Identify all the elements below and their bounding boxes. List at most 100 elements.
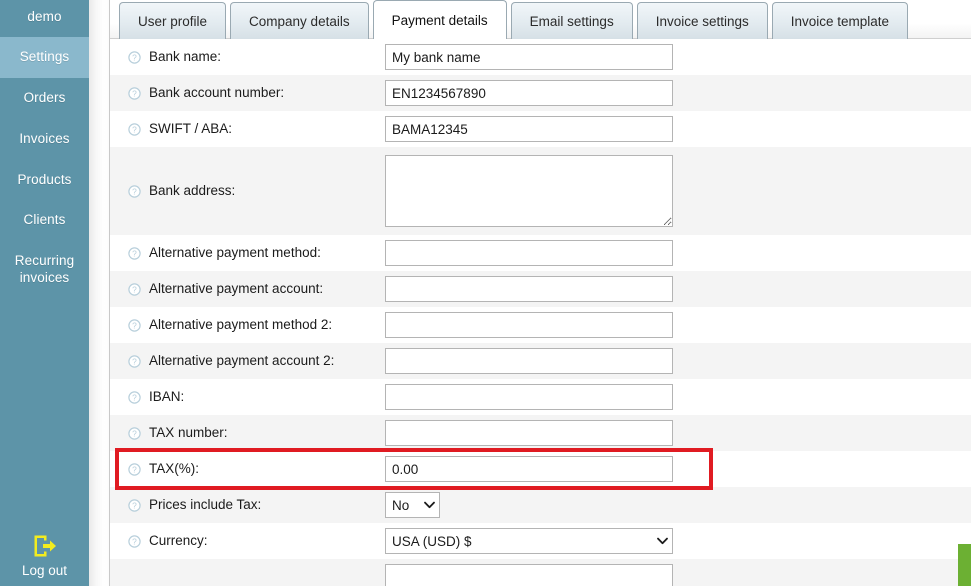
form-row-field-cell — [385, 276, 971, 302]
svg-text:?: ? — [132, 248, 137, 258]
form-row: ? Bank name: — [110, 39, 971, 75]
form-row-field-cell: USA (USD) $ — [385, 528, 971, 554]
form-field-label: SWIFT / ABA: — [149, 120, 233, 136]
form-row-label-cell: ? Prices include Tax: — [110, 497, 385, 513]
form-row-label-cell: ? Alternative payment method 2: — [110, 317, 385, 333]
question-circle-icon[interactable]: ? — [128, 246, 141, 260]
svg-text:?: ? — [132, 52, 137, 62]
select-value: No — [392, 497, 410, 513]
question-circle-icon[interactable]: ? — [128, 390, 141, 404]
sidebar-item-recurring-invoices[interactable]: Recurring invoices — [0, 241, 89, 299]
form-text-input[interactable] — [385, 240, 673, 266]
svg-text:?: ? — [132, 428, 137, 438]
form-text-input[interactable] — [385, 420, 673, 446]
form-row-field-cell — [385, 116, 971, 142]
form-text-input[interactable] — [385, 44, 673, 70]
sidebar-content-divider — [89, 0, 110, 586]
tab-payment-details[interactable]: Payment details — [372, 0, 507, 39]
form-row: ? Prices include Tax: No — [110, 487, 971, 523]
form-row: ? SWIFT / ABA: — [110, 111, 971, 147]
sidebar-item-products[interactable]: Products — [0, 160, 89, 201]
tab-company-details[interactable]: Company details — [230, 2, 369, 39]
form-row: ? TAX(%): — [110, 451, 971, 487]
sidebar-item-settings[interactable]: Settings — [0, 36, 89, 78]
prices-include-tax-select[interactable]: No — [385, 492, 440, 518]
form-row-label-cell: ? Alternative payment account 2: — [110, 353, 385, 369]
form-row-field-cell — [385, 384, 971, 410]
question-circle-icon[interactable]: ? — [128, 122, 141, 136]
question-circle-icon[interactable]: ? — [128, 86, 141, 100]
tab-email-settings[interactable]: Email settings — [510, 2, 633, 39]
sidebar-item-orders[interactable]: Orders — [0, 78, 89, 119]
question-circle-icon[interactable]: ? — [128, 462, 141, 476]
logout-button[interactable]: Log out — [0, 533, 89, 586]
tab-invoice-template[interactable]: Invoice template — [771, 2, 909, 39]
question-circle-icon[interactable]: ? — [128, 184, 141, 198]
svg-text:?: ? — [132, 124, 137, 134]
app-window: demo Settings Orders Invoices Products C… — [0, 0, 971, 586]
form-row-field-cell — [385, 240, 971, 266]
form-row: ? Currency: USA (USD) $ — [110, 523, 971, 559]
question-circle-icon[interactable]: ? — [128, 354, 141, 368]
svg-text:?: ? — [132, 500, 137, 510]
form-field-label: Alternative payment method: — [149, 244, 321, 260]
form-row-field-cell — [385, 456, 971, 482]
form-row-field-cell — [385, 312, 971, 338]
sidebar-item-clients[interactable]: Clients — [0, 200, 89, 241]
svg-text:?: ? — [132, 88, 137, 98]
form-text-input[interactable] — [385, 276, 673, 302]
form-row-label-cell: ? TAX(%): — [110, 461, 385, 477]
form-text-input[interactable] — [385, 384, 673, 410]
tab-user-profile[interactable]: User profile — [119, 2, 227, 39]
svg-text:?: ? — [132, 536, 137, 546]
form-text-input[interactable] — [385, 116, 673, 142]
logout-door-icon — [34, 535, 56, 557]
currency-select[interactable]: USA (USD) $ — [385, 528, 673, 554]
question-circle-icon[interactable]: ? — [128, 498, 141, 512]
question-circle-icon[interactable]: ? — [128, 50, 141, 64]
select-value: USA (USD) $ — [392, 533, 472, 549]
form-field-label: Alternative payment method 2: — [149, 316, 333, 332]
form-row: ? Alternative payment account: — [110, 271, 971, 307]
form-field-label: IBAN: — [149, 388, 185, 404]
form-row-label-cell: ? Bank account number: — [110, 85, 385, 101]
question-circle-icon[interactable]: ? — [128, 426, 141, 440]
form-row-field-cell — [385, 348, 971, 374]
form-row-field-cell — [385, 80, 971, 106]
question-circle-icon[interactable]: ? — [128, 318, 141, 332]
form-row-label-cell: ? Currency: — [110, 533, 385, 549]
form-text-input[interactable] — [385, 348, 673, 374]
settings-tab-bar: User profile Company details Payment det… — [110, 0, 971, 39]
chevron-down-icon — [657, 537, 668, 545]
tab-invoice-settings[interactable]: Invoice settings — [636, 2, 768, 39]
form-row-field-cell — [385, 155, 971, 227]
form-text-input[interactable] — [385, 456, 673, 482]
form-field-label: Alternative payment account 2: — [149, 352, 335, 368]
form-text-input[interactable] — [385, 80, 673, 106]
sidebar-item-invoices[interactable]: Invoices — [0, 119, 89, 160]
form-row-field-cell: No — [385, 492, 971, 518]
chevron-down-icon — [424, 501, 435, 509]
form-row-field-cell — [385, 44, 971, 70]
form-row-label-cell: ? IBAN: — [110, 389, 385, 405]
form-row-label-cell: ? Alternative payment method: — [110, 245, 385, 261]
payment-details-form: ? Bank name: ? Bank account number:? SWIFT /… — [110, 39, 971, 586]
form-text-input[interactable] — [385, 312, 673, 338]
sidebar: demo Settings Orders Invoices Products C… — [0, 0, 89, 586]
sidebar-account-label: demo — [27, 9, 62, 24]
bank-address-textarea[interactable] — [385, 155, 673, 227]
form-row-label-cell: ? Bank address: — [110, 183, 385, 199]
svg-text:?: ? — [132, 392, 137, 402]
form-row: ? Bank account number: — [110, 75, 971, 111]
svg-text:?: ? — [132, 320, 137, 330]
logout-label: Log out — [21, 563, 68, 578]
form-text-input[interactable] — [385, 564, 673, 586]
question-circle-icon[interactable]: ? — [128, 534, 141, 548]
svg-text:?: ? — [132, 284, 137, 294]
form-row-field-cell — [385, 420, 971, 446]
form-field-label: Prices include Tax: — [149, 496, 262, 512]
question-circle-icon[interactable]: ? — [128, 282, 141, 296]
form-row: ? Bank address: — [110, 147, 971, 235]
form-row: ? Alternative payment account 2: — [110, 343, 971, 379]
form-row: ? IBAN: — [110, 379, 971, 415]
